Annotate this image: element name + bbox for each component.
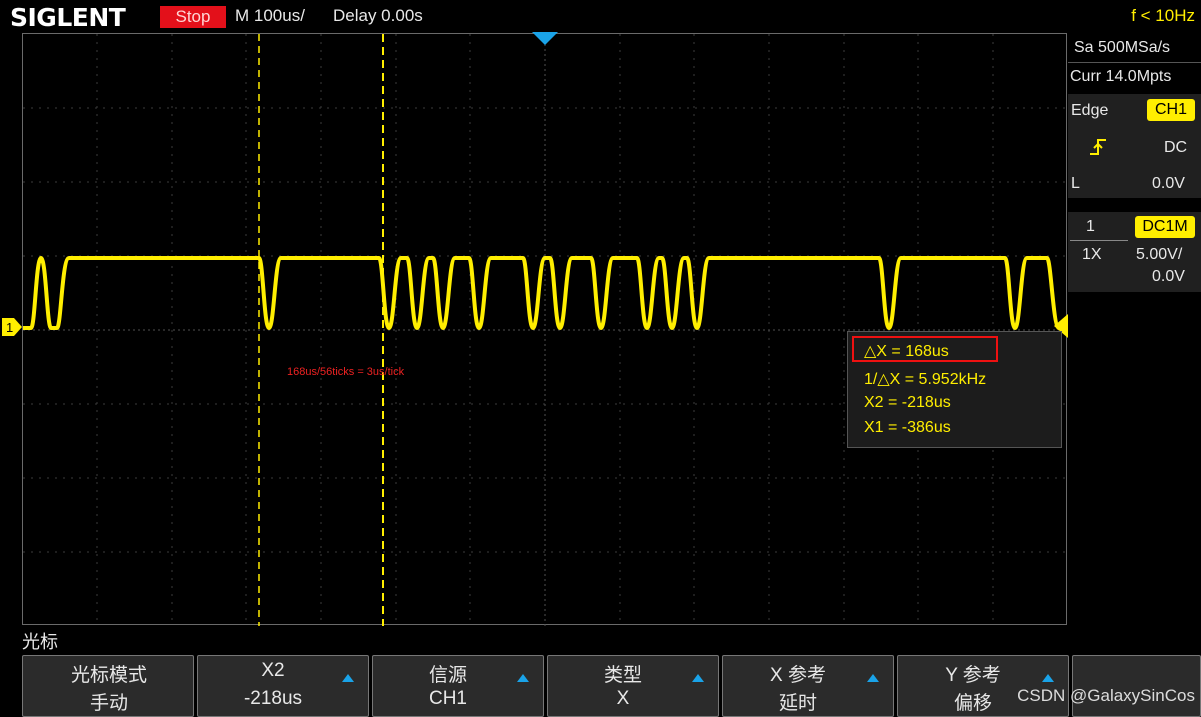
channel-coupling-badge: DC1M — [1135, 216, 1195, 238]
adjust-arrow-icon — [692, 674, 704, 682]
trigger-level-value: 0.0V — [1152, 175, 1185, 192]
svg-text:1: 1 — [6, 320, 13, 335]
channel-number: 1 — [1086, 218, 1095, 235]
memory-depth: Curr 14.0Mpts — [1070, 68, 1172, 85]
trigger-position-marker[interactable] — [532, 32, 558, 45]
cursor-measurement-panel: △X = 168us 1/△X = 5.952kHz X2 = -218us X… — [847, 331, 1062, 448]
trigger-frequency-readout: f < 10Hz — [1131, 6, 1195, 25]
delay-readout[interactable]: Delay 0.00s — [333, 6, 423, 26]
adjust-arrow-icon — [1042, 674, 1054, 682]
x2-value: X2 = -218us — [864, 394, 951, 411]
user-annotation: 168us/56ticks = 3us/tick — [287, 366, 405, 378]
brand-logo: SIGLENT — [10, 3, 126, 32]
x1-value: X1 = -386us — [864, 419, 951, 436]
adjust-arrow-icon — [517, 674, 529, 682]
timebase-readout[interactable]: M 100us/ — [235, 6, 305, 26]
menu-title: 光标 — [22, 632, 58, 652]
probe-attenuation: 1X — [1082, 246, 1102, 263]
trigger-coupling: DC — [1164, 139, 1188, 156]
divider — [1070, 240, 1128, 241]
trigger-type: Edge — [1071, 102, 1109, 119]
sample-rate: Sa 500MSa/s — [1074, 39, 1171, 56]
inverse-delta-x-value: 1/△X = 5.952kHz — [864, 371, 987, 388]
trigger-source-badge: CH1 — [1147, 99, 1195, 121]
adjust-arrow-icon — [342, 674, 354, 682]
watermark: CSDN @GalaxySinCos — [1017, 686, 1195, 705]
rising-edge-icon — [1090, 139, 1106, 155]
softkey-type[interactable]: 类型 X — [547, 655, 719, 717]
softkey-source[interactable]: 信源 CH1 — [372, 655, 544, 717]
vertical-offset: 0.0V — [1152, 268, 1185, 285]
softkey-x2[interactable]: X2 -218us — [197, 655, 369, 717]
ch1-trace — [23, 256, 1068, 330]
divider — [1068, 62, 1201, 63]
grid-center-axes — [23, 34, 1068, 626]
trigger-level-label: L — [1071, 175, 1080, 192]
ch1-offset-marker[interactable]: 1 — [2, 318, 22, 336]
run-stop-indicator[interactable]: Stop — [160, 6, 226, 28]
delta-x-value: △X = 168us — [864, 343, 949, 360]
waveform-grid[interactable] — [22, 33, 1068, 626]
waveform-display — [23, 34, 1068, 626]
vertical-scale: 5.00V/ — [1136, 246, 1183, 263]
softkey-cursor-mode[interactable]: 光标模式 手动 — [22, 655, 194, 717]
adjust-arrow-icon — [867, 674, 879, 682]
softkey-x-reference[interactable]: X 参考 延时 — [722, 655, 894, 717]
